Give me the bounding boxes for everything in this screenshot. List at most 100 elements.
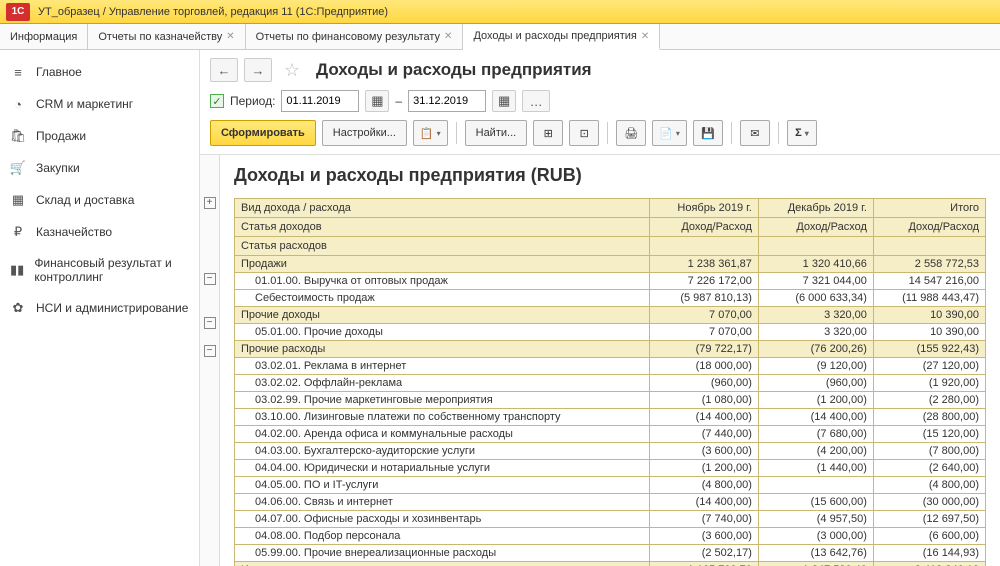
cell: (15 600,00) bbox=[758, 494, 873, 511]
cell: 1 165 709,70 bbox=[649, 562, 758, 566]
date-from-picker[interactable]: ▦ bbox=[365, 90, 389, 112]
cell: Продажи bbox=[235, 256, 650, 273]
period-checkbox[interactable]: ✓ bbox=[210, 94, 224, 108]
collapse-node-icon[interactable]: − bbox=[204, 273, 216, 285]
cell: (7 680,00) bbox=[758, 426, 873, 443]
cell: 04.05.00. ПО и IT-услуги bbox=[235, 477, 650, 494]
forward-button[interactable]: → bbox=[244, 58, 272, 82]
cell: 7 226 172,00 bbox=[649, 273, 758, 290]
cell: (13 642,76) bbox=[758, 545, 873, 562]
cell: (15 120,00) bbox=[873, 426, 985, 443]
date-from-input[interactable] bbox=[281, 90, 359, 112]
close-icon[interactable]: ✕ bbox=[444, 31, 452, 42]
cell: Вид дохода / расхода bbox=[235, 199, 650, 218]
cell: (4 200,00) bbox=[758, 443, 873, 460]
cell: (79 722,17) bbox=[649, 341, 758, 358]
cell: Доход/Расход bbox=[758, 218, 873, 237]
outline-gutter: + − − − bbox=[200, 155, 220, 566]
date-to-picker[interactable]: ▦ bbox=[492, 90, 516, 112]
cell: (960,00) bbox=[758, 375, 873, 392]
date-more-button[interactable]: … bbox=[522, 90, 550, 112]
nav-label: Закупки bbox=[36, 161, 80, 175]
cell: Доход/Расход bbox=[649, 218, 758, 237]
nav-item[interactable]: ▦Склад и доставка bbox=[0, 184, 199, 216]
sum-button[interactable]: Σ▾ bbox=[787, 120, 817, 146]
tab-label: Доходы и расходы предприятия bbox=[473, 30, 636, 42]
cell: Прочие расходы bbox=[235, 341, 650, 358]
expand-button[interactable]: ⊡ bbox=[569, 120, 599, 146]
cell: (14 400,00) bbox=[649, 494, 758, 511]
date-to-input[interactable] bbox=[408, 90, 486, 112]
save-button[interactable]: 💾 bbox=[693, 120, 723, 146]
separator bbox=[778, 122, 779, 144]
structure-button[interactable]: ⊞ bbox=[533, 120, 563, 146]
tab[interactable]: Отчеты по финансовому результату ✕ bbox=[246, 24, 464, 49]
content-area: ← → ☆ Доходы и расходы предприятия ✓ Пер… bbox=[200, 50, 1000, 566]
tab[interactable]: Отчеты по казначейству✕ bbox=[88, 24, 245, 49]
tab-label: Информация bbox=[10, 31, 77, 43]
cell: 7 321 044,00 bbox=[758, 273, 873, 290]
nav-icon: ✿ bbox=[10, 300, 26, 316]
nav-item[interactable]: 🛍Продажи bbox=[0, 120, 199, 152]
copy-button[interactable]: 📋▾ bbox=[413, 120, 448, 146]
cell: 1 320 410,66 bbox=[758, 256, 873, 273]
cell: (6 000 633,34) bbox=[758, 290, 873, 307]
cell: (4 800,00) bbox=[649, 477, 758, 494]
cell: (5 987 810,13) bbox=[649, 290, 758, 307]
cell: (18 000,00) bbox=[649, 358, 758, 375]
cell: 03.02.99. Прочие маркетинговые мероприят… bbox=[235, 392, 650, 409]
cell bbox=[649, 237, 758, 256]
cell: (7 800,00) bbox=[873, 443, 985, 460]
cell: 7 070,00 bbox=[649, 307, 758, 324]
nav-item[interactable]: ✿НСИ и администрирование bbox=[0, 292, 199, 324]
cell: 05.99.00. Прочие внереализационные расхо… bbox=[235, 545, 650, 562]
mail-button[interactable]: ✉ bbox=[740, 120, 770, 146]
period-label: Период: bbox=[230, 94, 275, 108]
nav-item[interactable]: 🛒Закупки bbox=[0, 152, 199, 184]
cell: (1 200,00) bbox=[649, 460, 758, 477]
cell: 3 320,00 bbox=[758, 307, 873, 324]
page-title: Доходы и расходы предприятия bbox=[316, 60, 592, 80]
cell: 03.10.00. Лизинговые платежи по собствен… bbox=[235, 409, 650, 426]
close-icon[interactable]: ✕ bbox=[641, 31, 649, 42]
cell: 10 390,00 bbox=[873, 307, 985, 324]
cell: 2 413 240,10 bbox=[873, 562, 985, 566]
cell: (27 120,00) bbox=[873, 358, 985, 375]
back-button[interactable]: ← bbox=[210, 58, 238, 82]
nav-icon: ◔ bbox=[10, 96, 26, 112]
tab[interactable]: Доходы и расходы предприятия ✕ bbox=[463, 24, 660, 50]
cell: (1 080,00) bbox=[649, 392, 758, 409]
settings-button[interactable]: Настройки... bbox=[322, 120, 407, 146]
tab-label: Отчеты по финансовому результату bbox=[256, 31, 440, 43]
cell: (30 000,00) bbox=[873, 494, 985, 511]
cell: (1 920,00) bbox=[873, 375, 985, 392]
cell: Декабрь 2019 г. bbox=[758, 199, 873, 218]
nav-item[interactable]: ▮▮Финансовый результат и контроллинг bbox=[0, 248, 199, 292]
cell: (3 000,00) bbox=[758, 528, 873, 545]
cell: 04.08.00. Подбор персонала bbox=[235, 528, 650, 545]
cell: 10 390,00 bbox=[873, 324, 985, 341]
nav-icon: ₽ bbox=[10, 224, 26, 240]
tab[interactable]: Информация bbox=[0, 24, 88, 49]
expand-all-icon[interactable]: + bbox=[204, 197, 216, 209]
print-button[interactable]: 🖨 bbox=[616, 120, 646, 146]
generate-button[interactable]: Сформировать bbox=[210, 120, 316, 146]
cell: (28 800,00) bbox=[873, 409, 985, 426]
collapse-node-icon[interactable]: − bbox=[204, 317, 216, 329]
report-button[interactable]: 📄▾ bbox=[652, 120, 687, 146]
find-button[interactable]: Найти... bbox=[465, 120, 528, 146]
close-icon[interactable]: ✕ bbox=[226, 31, 234, 42]
nav-item[interactable]: ≡Главное bbox=[0, 56, 199, 88]
cell: Ноябрь 2019 г. bbox=[649, 199, 758, 218]
cell: (155 922,43) bbox=[873, 341, 985, 358]
nav-item[interactable]: ₽Казначейство bbox=[0, 216, 199, 248]
cell: 2 558 772,53 bbox=[873, 256, 985, 273]
cell: Себестоимость продаж bbox=[235, 290, 650, 307]
cell: (7 740,00) bbox=[649, 511, 758, 528]
separator bbox=[607, 122, 608, 144]
nav-item[interactable]: ◔CRM и маркетинг bbox=[0, 88, 199, 120]
favorite-button[interactable]: ☆ bbox=[278, 58, 306, 82]
nav-icon: ▦ bbox=[10, 192, 26, 208]
cell: (1 440,00) bbox=[758, 460, 873, 477]
collapse-node-icon[interactable]: − bbox=[204, 345, 216, 357]
